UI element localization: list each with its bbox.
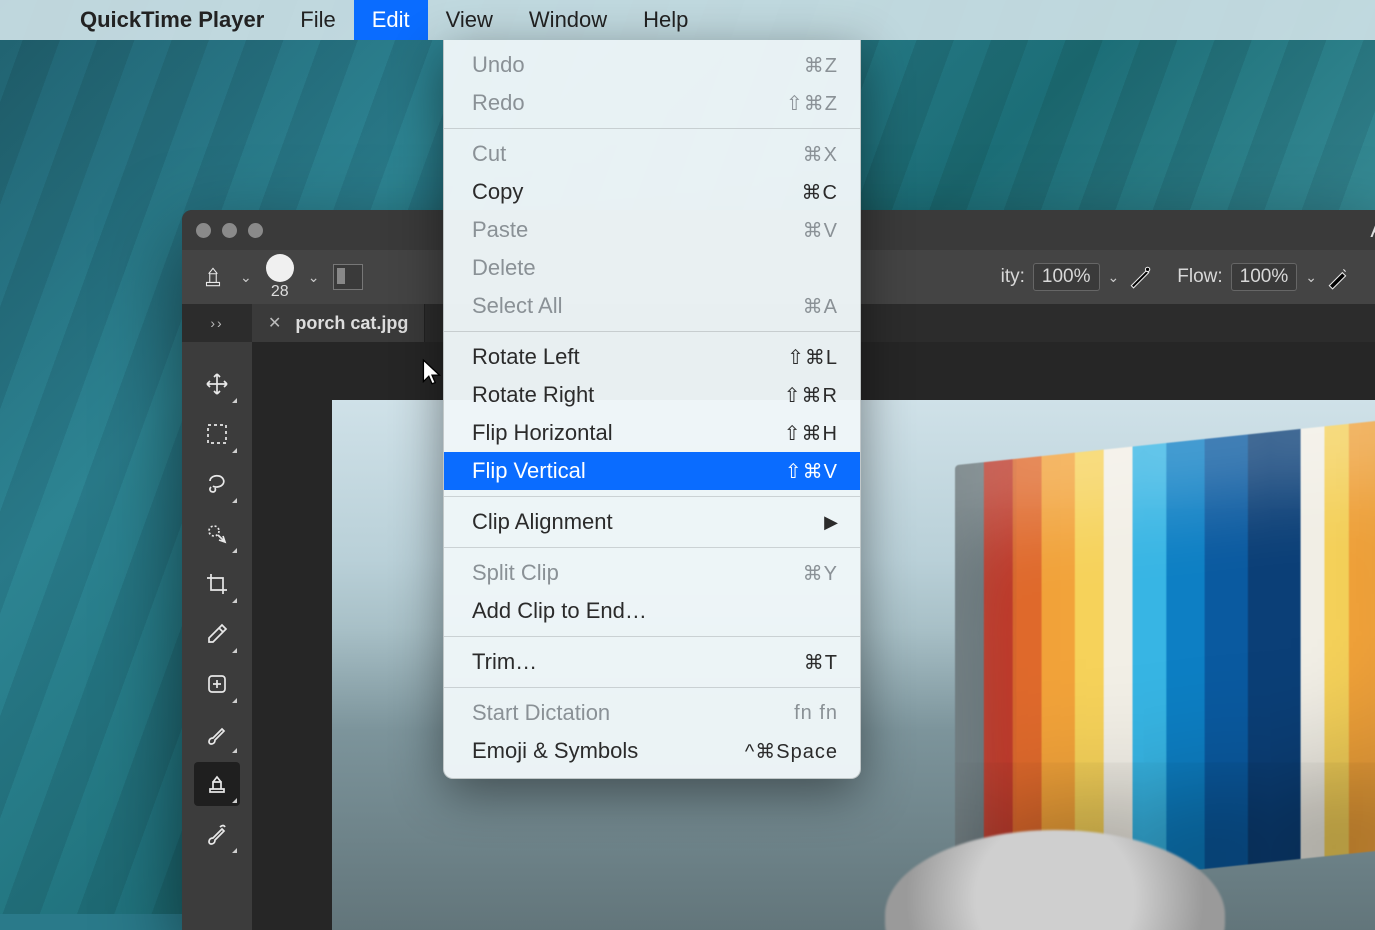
menu-item-rotate-right[interactable]: Rotate Right⇧⌘R [444,376,860,414]
menu-item-emoji-symbols[interactable]: Emoji & Symbols^⌘Space [444,732,860,770]
close-tab-icon[interactable]: ✕ [268,313,281,333]
edit-menu-dropdown: Undo⌘ZRedo⇧⌘ZCut⌘XCopy⌘CPaste⌘VDeleteSel… [443,40,861,779]
menu-item-label: Clip Alignment [472,509,824,535]
opacity-group: ity: 100% ⌄ [1001,263,1154,291]
brush-panel-button[interactable] [333,264,363,290]
menu-item-redo: Redo⇧⌘Z [444,84,860,122]
pressure-opacity-icon[interactable] [1127,264,1153,290]
menu-edit[interactable]: Edit [354,0,428,40]
menu-window[interactable]: Window [511,0,625,40]
menu-item-label: Rotate Left [472,344,787,370]
opacity-chevron-icon[interactable]: ⌄ [1108,269,1120,286]
brush-chevron-icon[interactable]: ⌄ [308,269,320,286]
menu-item-rotate-left[interactable]: Rotate Left⇧⌘L [444,338,860,376]
menu-item-label: Rotate Right [472,382,784,408]
brush-size: 28 [271,284,289,300]
brush-preview[interactable]: 28 [266,254,294,300]
menu-item-label: Redo [472,90,786,116]
window-minimize-dot[interactable] [222,223,237,238]
menu-item-shortcut: ⇧⌘Z [786,91,838,116]
menu-item-label: Undo [472,52,804,78]
menu-item-copy[interactable]: Copy⌘C [444,173,860,211]
menu-item-shortcut: ⌘A [803,294,838,319]
app-name[interactable]: QuickTime Player [62,7,282,33]
menu-item-shortcut: ⇧⌘R [784,383,838,408]
menu-item-label: Start Dictation [472,700,794,726]
flow-chevron-icon[interactable]: ⌄ [1305,269,1317,286]
menu-item-cut: Cut⌘X [444,135,860,173]
panel-expand-icon[interactable]: ›› [182,315,252,331]
menu-item-flip-horizontal[interactable]: Flip Horizontal⇧⌘H [444,414,860,452]
menu-item-shortcut: ^⌘Space [745,739,838,764]
window-zoom-dot[interactable] [248,223,263,238]
menu-item-label: Add Clip to End… [472,598,838,624]
menu-item-label: Trim… [472,649,804,675]
flow-group: Flow: 100% ⌄ [1177,263,1351,291]
menu-item-shortcut: ⌘Y [803,561,838,586]
menu-file[interactable]: File [282,0,353,40]
opacity-value[interactable]: 100% [1033,263,1100,291]
menu-item-delete: Delete [444,249,860,287]
menu-item-label: Paste [472,217,803,243]
menu-bar: QuickTime Player FileEditViewWindowHelp [0,0,1375,40]
menu-item-shortcut: fn fn [794,702,838,725]
menu-item-paste: Paste⌘V [444,211,860,249]
history-brush-tool[interactable] [194,812,240,856]
lasso-tool[interactable] [194,462,240,506]
menu-item-split-clip: Split Clip⌘Y [444,554,860,592]
menu-item-label: Split Clip [472,560,803,586]
menu-item-shortcut: ⌘V [803,218,838,243]
quick-selection-tool[interactable] [194,512,240,556]
menu-item-shortcut: ⌘T [804,650,838,675]
flow-value[interactable]: 100% [1231,263,1298,291]
menu-item-label: Select All [472,293,803,319]
document-filename: porch cat.jpg [295,313,408,334]
crop-tool[interactable] [194,562,240,606]
flow-label: Flow: [1177,266,1222,288]
menu-item-shortcut: ⌘X [803,142,838,167]
menu-item-label: Cut [472,141,803,167]
opacity-label: ity: [1001,266,1025,288]
menu-item-shortcut: ⇧⌘V [785,459,838,484]
menu-item-add-clip-to-end[interactable]: Add Clip to End… [444,592,860,630]
brush-tool[interactable] [194,712,240,756]
title-letter: A [1370,217,1375,243]
submenu-arrow-icon: ▶ [824,512,838,533]
clone-stamp-icon[interactable] [200,264,226,290]
image-blanket-stripes [955,415,1375,895]
menu-item-select-all: Select All⌘A [444,287,860,325]
menu-item-trim[interactable]: Trim…⌘T [444,643,860,681]
healing-brush-tool[interactable] [194,662,240,706]
window-close-dot[interactable] [196,223,211,238]
menu-item-shortcut: ⇧⌘L [787,345,838,370]
menu-item-label: Flip Vertical [472,458,785,484]
menu-item-label: Flip Horizontal [472,420,784,446]
document-tab[interactable]: ✕ porch cat.jpg [252,304,425,342]
menu-item-label: Copy [472,179,802,205]
move-tool[interactable] [194,362,240,406]
marquee-tool[interactable] [194,412,240,456]
airbrush-icon[interactable] [1325,264,1351,290]
menu-item-shortcut: ⌘C [802,180,838,205]
menu-view[interactable]: View [428,0,511,40]
menu-item-label: Emoji & Symbols [472,738,745,764]
eyedropper-tool[interactable] [194,612,240,656]
menu-item-shortcut: ⇧⌘H [784,421,838,446]
menu-item-label: Delete [472,255,838,281]
clone-stamp-tool[interactable] [194,762,240,806]
menu-item-undo: Undo⌘Z [444,46,860,84]
menu-item-flip-vertical[interactable]: Flip Vertical⇧⌘V [444,452,860,490]
menu-item-start-dictation: Start Dictationfn fn [444,694,860,732]
tools-panel [182,342,252,930]
menu-item-clip-alignment[interactable]: Clip Alignment▶ [444,503,860,541]
brush-circle-icon [266,254,294,282]
menu-item-shortcut: ⌘Z [804,53,838,78]
menu-help[interactable]: Help [625,0,706,40]
tool-preset-chevron-icon[interactable]: ⌄ [240,269,252,286]
